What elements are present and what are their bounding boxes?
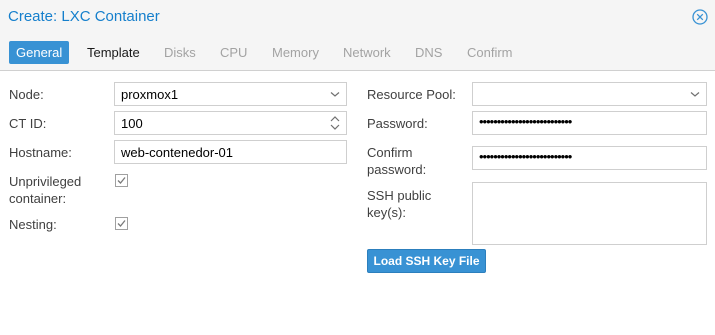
tab-bar: General Template Disks CPU Memory Networ… xyxy=(0,34,715,71)
resource-pool-select[interactable] xyxy=(472,82,707,106)
dialog-title: Create: LXC Container xyxy=(8,8,160,25)
node-select[interactable]: proxmox1 xyxy=(114,82,347,106)
tab-template[interactable]: Template xyxy=(80,41,147,64)
confirm-password-input[interactable]: •••••••••••••••••••••••••• xyxy=(472,146,707,170)
node-value: proxmox1 xyxy=(121,87,179,102)
chevron-down-icon[interactable] xyxy=(684,83,706,105)
unprivileged-label: Unprivileged container: xyxy=(9,174,82,206)
tab-memory[interactable]: Memory xyxy=(265,41,326,64)
password-value: •••••••••••••••••••••••••• xyxy=(479,114,572,129)
tab-cpu[interactable]: CPU xyxy=(213,41,254,64)
node-label: Node: xyxy=(9,87,44,102)
nesting-checkbox[interactable] xyxy=(115,217,128,230)
confirm-password-label: Confirm password: xyxy=(367,145,427,177)
ct-id-label: CT ID: xyxy=(9,116,47,131)
close-icon[interactable] xyxy=(692,9,708,25)
ct-id-spinner[interactable]: 100 xyxy=(114,111,347,135)
tab-general[interactable]: General xyxy=(9,41,70,64)
nesting-label: Nesting: xyxy=(9,217,57,232)
tab-confirm[interactable]: Confirm xyxy=(460,41,520,64)
resource-pool-label: Resource Pool: xyxy=(367,87,456,102)
hostname-value: web-contenedor-01 xyxy=(121,145,234,160)
ssh-keys-textarea[interactable] xyxy=(472,182,707,245)
hostname-label: Hostname: xyxy=(9,145,72,160)
title-bar: Create: LXC Container xyxy=(0,0,715,34)
create-lxc-dialog: Create: LXC Container General Template D… xyxy=(0,0,715,335)
tab-disks[interactable]: Disks xyxy=(157,41,203,64)
tab-dns[interactable]: DNS xyxy=(408,41,449,64)
ct-id-value: 100 xyxy=(121,116,143,131)
ssh-keys-label: SSH public key(s): xyxy=(367,188,432,220)
chevron-down-icon[interactable] xyxy=(324,83,346,105)
password-label: Password: xyxy=(367,116,428,131)
check-icon xyxy=(117,177,126,184)
unprivileged-checkbox[interactable] xyxy=(115,174,128,187)
check-icon xyxy=(117,220,126,227)
confirm-password-value: •••••••••••••••••••••••••• xyxy=(479,149,572,164)
hostname-input[interactable]: web-contenedor-01 xyxy=(114,140,347,164)
load-ssh-key-file-button[interactable]: Load SSH Key File xyxy=(367,249,486,273)
password-input[interactable]: •••••••••••••••••••••••••• xyxy=(472,111,707,135)
spinner-arrows-icon[interactable] xyxy=(324,112,346,134)
tab-network[interactable]: Network xyxy=(336,41,398,64)
